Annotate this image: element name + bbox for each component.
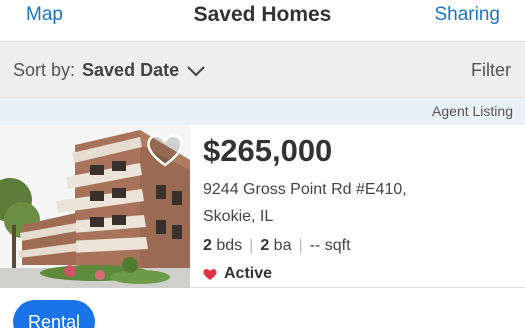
sqft-value: -- xyxy=(309,237,321,254)
listing-card[interactable]: $265,000 9244 Gross Point Rd #E410, Skok… xyxy=(0,125,525,288)
baths-count: 2 xyxy=(260,237,270,254)
listing-photo[interactable] xyxy=(0,125,190,288)
listing-price: $265,000 xyxy=(203,133,333,168)
address-line-1: 9244 Gross Point Rd #E410, xyxy=(203,181,407,198)
listing-facts: 2 bds | 2 ba | -- sqft xyxy=(203,237,351,255)
heart-icon xyxy=(203,268,217,280)
sharing-link[interactable]: Sharing xyxy=(435,4,501,26)
sort-value: Saved Date xyxy=(82,60,180,80)
sort-bar: Sort by: Saved Date Filter xyxy=(0,42,525,98)
sqft-unit: sqft xyxy=(324,237,351,254)
divider: | xyxy=(249,237,254,254)
baths-unit: ba xyxy=(273,237,292,254)
save-heart-icon[interactable] xyxy=(145,131,185,169)
agent-listing-label: Agent Listing xyxy=(432,103,513,119)
listing-status: Active xyxy=(203,265,272,283)
sort-dropdown[interactable]: Sort by: Saved Date xyxy=(13,60,205,81)
top-navigation-bar: Map Saved Homes Sharing xyxy=(0,0,525,42)
sort-label: Sort by: xyxy=(13,60,76,80)
chevron-down-icon xyxy=(187,65,205,76)
divider: | xyxy=(298,237,303,254)
rental-button[interactable]: Rental xyxy=(13,300,95,328)
agent-listing-banner: Agent Listing xyxy=(0,98,525,125)
filter-button[interactable]: Filter xyxy=(471,60,511,81)
beds-count: 2 xyxy=(203,237,212,254)
status-label: Active xyxy=(224,265,273,282)
address-line-2: Skokie, IL xyxy=(203,208,274,225)
beds-unit: bds xyxy=(216,237,243,254)
